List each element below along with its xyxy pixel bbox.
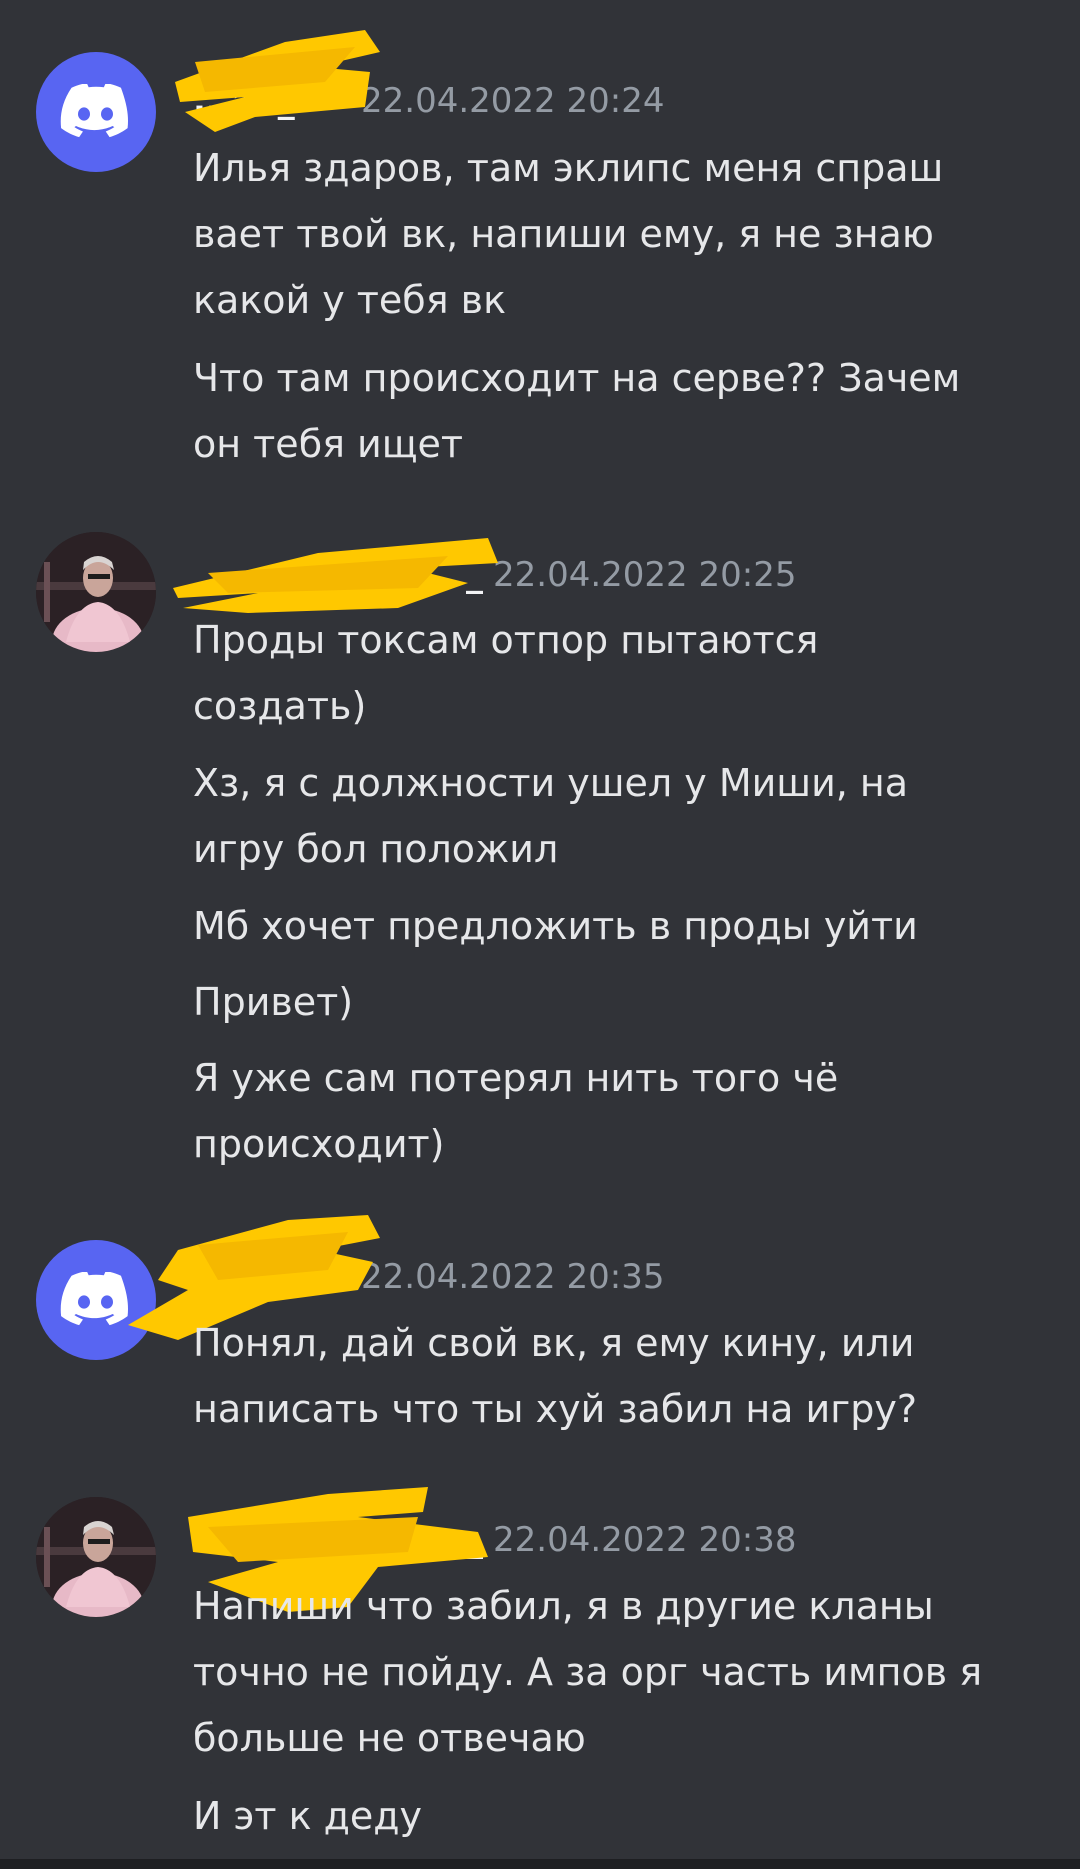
timestamp: 22.04.2022 20:24 xyxy=(361,81,665,121)
message-text: Что там происходит на серве?? Зачем xyxy=(193,356,961,400)
message-header: _ 22.04.2022 20:25 xyxy=(193,550,796,600)
message-text: Хз, я с должности ушел у Миши, на xyxy=(193,761,909,805)
username[interactable]: ...ae_' xyxy=(193,81,351,121)
message-header: _...ey_ 22.04.2022 20:38 xyxy=(193,1515,796,1565)
username[interactable]: _...ey_ xyxy=(193,1520,483,1560)
message-text: Мб хочет предложить в проды уйти xyxy=(193,904,918,948)
discord-logo-icon xyxy=(60,84,128,138)
chat-messages: ...ae_' 22.04.2022 20:24 Илья здаров, та… xyxy=(0,0,1080,1869)
message-text: Я уже сам потерял нить того чё xyxy=(193,1056,839,1100)
message-header: M 22.04.2022 20:35 xyxy=(193,1252,664,1302)
avatar[interactable] xyxy=(36,532,156,652)
message-text: Понял, дай свой вк, я ему кину, или xyxy=(193,1321,915,1365)
avatar[interactable] xyxy=(36,1497,156,1617)
message-text: он тебя ищет xyxy=(193,422,464,466)
timestamp: 22.04.2022 20:38 xyxy=(493,1520,797,1560)
message-header: ...ae_' 22.04.2022 20:24 xyxy=(193,76,664,126)
message-text: написать что ты хуй забил на игру? xyxy=(193,1387,917,1431)
user-photo-icon xyxy=(36,532,156,652)
timestamp: 22.04.2022 20:35 xyxy=(361,1257,665,1297)
message-text: И эт к деду xyxy=(193,1794,423,1838)
message-text: происходит) xyxy=(193,1122,445,1166)
message-text: игру бол положил xyxy=(193,827,559,871)
message-text: больше не отвечаю xyxy=(193,1716,586,1760)
timestamp: 22.04.2022 20:25 xyxy=(493,555,797,595)
message-text: точно не пойду. А за орг часть импов я xyxy=(193,1650,983,1694)
message-text: Напиши что забил, я в другие кланы xyxy=(193,1584,934,1628)
message-text: создать) xyxy=(193,684,367,728)
message-text: Илья здаров, там эклипс меня спраш xyxy=(193,146,944,190)
avatar[interactable] xyxy=(36,1240,156,1360)
user-photo-icon xyxy=(36,1497,156,1617)
message-text: вает твой вк, напиши ему, я не знаю xyxy=(193,212,934,256)
bottom-edge xyxy=(0,1859,1080,1869)
discord-logo-icon xyxy=(60,1272,128,1326)
username[interactable]: _ xyxy=(193,555,483,595)
message-text: какой у тебя вк xyxy=(193,278,507,322)
username[interactable]: M xyxy=(193,1257,351,1297)
avatar[interactable] xyxy=(36,52,156,172)
message-text: Проды токсам отпор пытаются xyxy=(193,618,819,662)
message-text: Привет) xyxy=(193,980,354,1024)
